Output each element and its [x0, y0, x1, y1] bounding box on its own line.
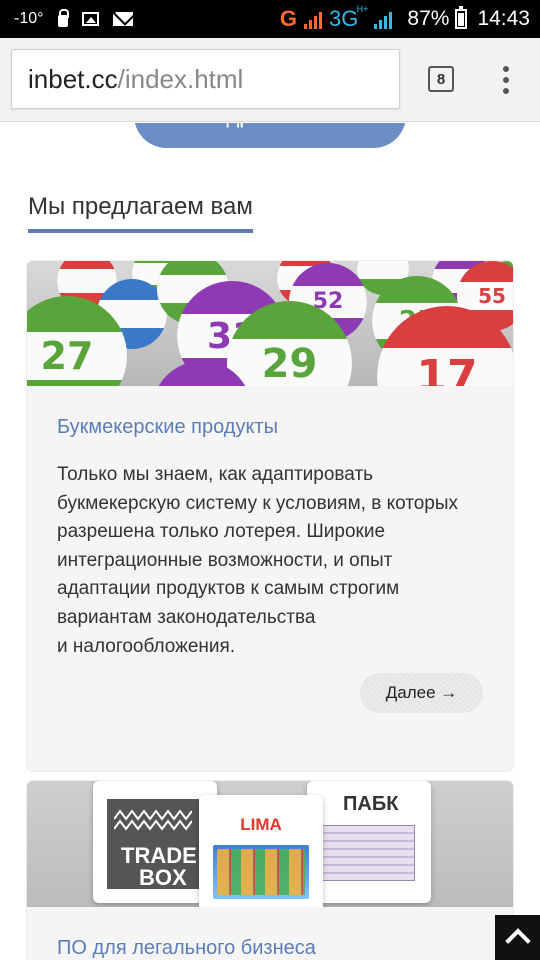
ball-number: 17 — [416, 350, 478, 387]
overflow-menu-icon[interactable] — [500, 66, 512, 94]
lottery-balls-image: 52 25 55 27 31 29 17 — [27, 261, 513, 386]
ball-number: 55 — [478, 284, 506, 308]
battery-icon — [455, 6, 468, 29]
mail-icon — [112, 12, 133, 26]
url-host: inbet.cc — [28, 63, 118, 94]
tradebox-logo: TRADE BOX — [107, 799, 199, 889]
card-title[interactable]: ПО для легального бизнеса — [57, 937, 483, 960]
network-3g-text: 3G H+ — [329, 4, 369, 31]
image-icon — [81, 12, 99, 26]
lima-screenshot — [213, 845, 309, 899]
read-more-button[interactable]: Далее → — [360, 673, 483, 713]
status-bar: -10° G 3G H+ 87% 14:43 — [0, 0, 540, 38]
signal-3g-icon — [374, 9, 393, 29]
scroll-to-top-button[interactable] — [495, 915, 540, 960]
pabk-logo: ПАБК — [343, 793, 399, 815]
card-legal-business-software: TRADE BOX ПАБК LIMA ПО для легального би… — [27, 781, 513, 960]
browser-toolbar: inbet.cc/index.html 8 — [0, 38, 540, 122]
tab-switcher-button[interactable]: 8 — [428, 66, 454, 92]
section-title: Мы предлагаем вам — [28, 193, 253, 233]
lock-icon — [57, 9, 69, 27]
ball-number: 29 — [261, 340, 318, 387]
tradebox-line2: BOX — [139, 865, 187, 890]
lima-tile: LIMA — [199, 795, 323, 907]
pabk-screenshot — [321, 825, 415, 881]
pabk-tile: ПАБК — [307, 781, 431, 903]
lima-logo: LIMA — [240, 815, 282, 834]
clock-time: 14:43 — [477, 7, 530, 30]
web-page: Подробнее → Мы предлагаем вам 52 25 55 2… — [0, 123, 540, 960]
battery-percent: 87% — [407, 7, 450, 30]
address-bar[interactable]: inbet.cc/index.html — [11, 49, 400, 109]
tradebox-line1: TRADE — [121, 843, 197, 868]
more-details-button[interactable]: Подробнее → — [134, 123, 406, 148]
url-path: /index.html — [117, 63, 244, 94]
software-logos-image: TRADE BOX ПАБК LIMA — [27, 781, 513, 907]
card-bookmaker-products: 52 25 55 27 31 29 17 Букмекерские продук… — [27, 261, 513, 771]
card-title[interactable]: Букмекерские продукты — [57, 416, 483, 439]
temperature-text: -10° — [14, 10, 44, 27]
signal-icon — [304, 9, 323, 29]
ball-number: 27 — [40, 334, 94, 378]
card-description: Только мы знаем, как адаптировать букмек… — [57, 464, 459, 657]
network-g-text: G — [279, 6, 298, 31]
